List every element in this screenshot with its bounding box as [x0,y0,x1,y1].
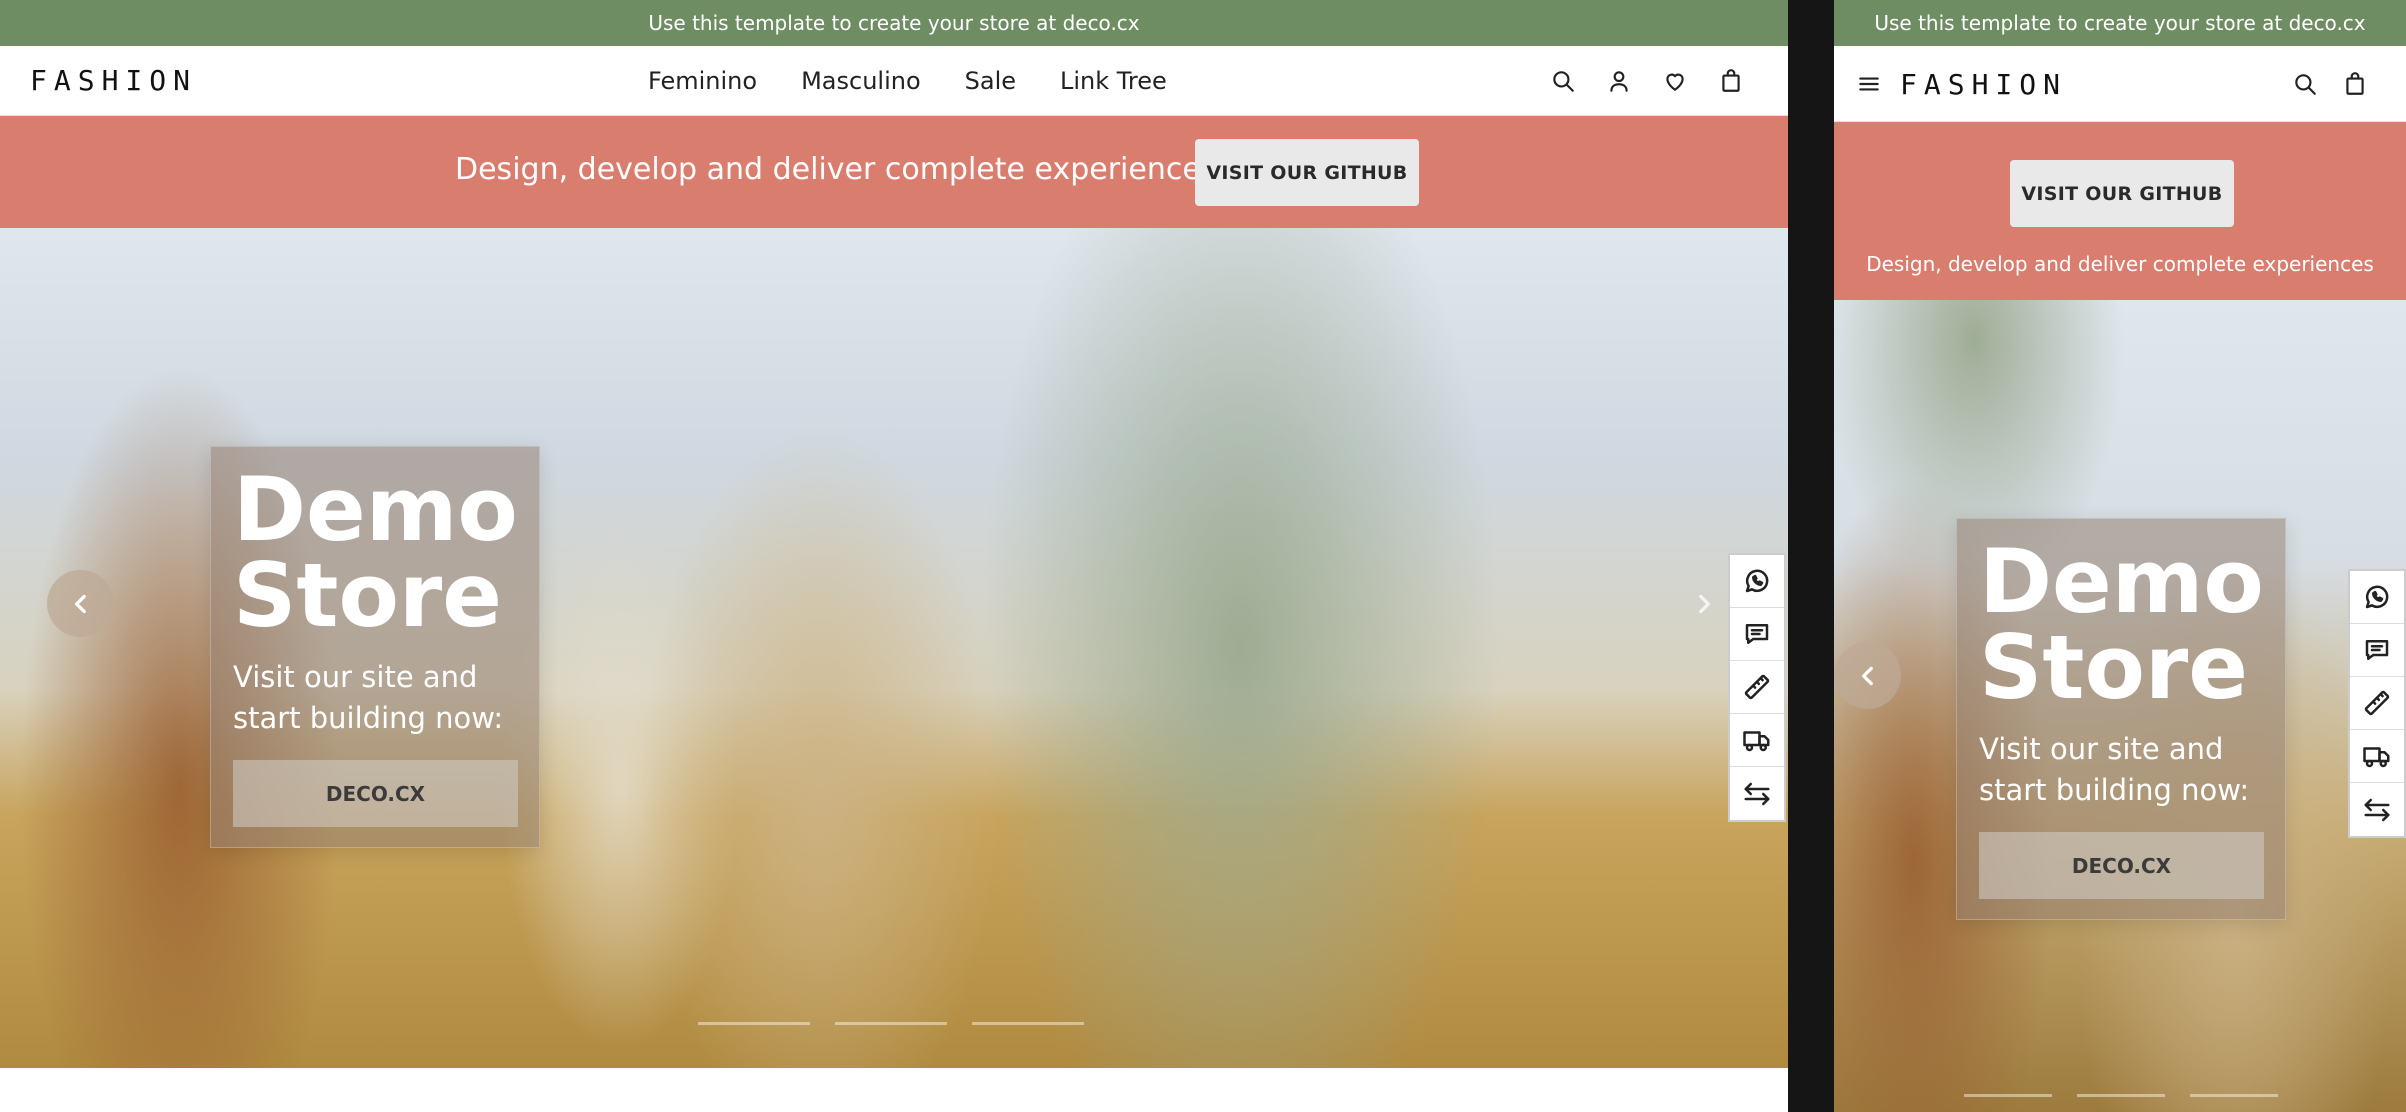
bag-icon[interactable] [1713,63,1749,99]
desktop-view: Use this template to create your store a… [0,0,1788,1112]
carousel-dots [1964,1094,2278,1097]
hero-title: Demo Store [1979,530,2264,720]
chevron-right-icon [1698,594,1710,613]
visit-github-button[interactable]: VISIT OUR GITHUB [2010,160,2234,227]
carousel-next-button[interactable] [1670,570,1737,637]
hero-carousel: Demo Store Visit our site and start buil… [1834,300,2406,1112]
hero-card: Demo Store Visit our site and start buil… [1956,518,2286,920]
nav-item-masculino[interactable]: Masculino [801,67,921,95]
main-nav: Feminino Masculino Sale Link Tree [648,46,1167,116]
promo-text: Design, develop and deliver complete exp… [1866,252,2374,276]
truck-icon[interactable] [2350,730,2404,783]
ruler-icon[interactable] [1730,661,1784,714]
hero-carousel: Demo Store Visit our site and start buil… [0,228,1788,1068]
bag-icon[interactable] [2337,66,2373,102]
floating-action-bar [1728,553,1786,822]
carousel-dot-2[interactable] [2077,1094,2165,1097]
carousel-dots [698,1022,1084,1025]
nav-item-sale[interactable]: Sale [965,67,1016,95]
announcement-text: Use this template to create your store a… [648,11,1140,35]
hero-subtitle: Visit our site and start building now: [233,660,504,735]
view-divider [1788,0,1834,1112]
chat-icon[interactable] [1730,608,1784,661]
header-actions [2287,46,2373,122]
carousel-prev-button[interactable] [1834,642,1901,709]
deco-cx-button[interactable]: DECO.CX [1979,832,2264,899]
carousel-dot-1[interactable] [1964,1094,2052,1097]
header-actions [1545,46,1749,116]
deco-cx-button[interactable]: DECO.CX [233,760,518,827]
promo-text: Design, develop and deliver complete exp… [455,152,1217,187]
hero-title-line2: Store [233,544,502,648]
hero-title-line1: Demo [233,458,518,561]
carousel-dot-3[interactable] [972,1022,1084,1025]
search-icon[interactable] [1545,63,1581,99]
whatsapp-icon[interactable] [1730,555,1784,608]
nav-item-link-tree[interactable]: Link Tree [1060,67,1167,95]
ruler-icon[interactable] [2350,677,2404,730]
chevron-left-icon [74,594,86,613]
whatsapp-icon[interactable] [2350,571,2404,624]
truck-icon[interactable] [1730,714,1784,767]
chevron-left-icon [1861,666,1873,685]
promo-banner: Design, develop and deliver complete exp… [0,116,1788,228]
site-header: FASHION Feminino Masculino Sale Link Tre… [0,46,1788,116]
announcement-text: Use this template to create your store a… [1874,11,2366,35]
mobile-view: Use this template to create your store a… [1834,0,2406,1112]
chat-icon[interactable] [2350,624,2404,677]
nav-item-feminino[interactable]: Feminino [648,67,757,95]
visit-github-button[interactable]: VISIT OUR GITHUB [1195,139,1419,206]
site-header: FASHION [1834,46,2406,122]
carousel-prev-button[interactable] [47,570,114,637]
hero-title: Demo Store [233,458,518,648]
announcement-bar: Use this template to create your store a… [1834,0,2406,46]
hero-subtitle: Visit our site and start building now: [1979,732,2250,807]
carousel-dot-2[interactable] [835,1022,947,1025]
menu-icon[interactable] [1851,66,1887,102]
hero-title-line1: Demo [1979,530,2264,633]
carousel-dot-1[interactable] [698,1022,810,1025]
hero-title-line2: Store [1979,616,2248,720]
search-icon[interactable] [2287,66,2323,102]
carousel-dot-3[interactable] [2190,1094,2278,1097]
logo[interactable]: FASHION [1900,68,2067,101]
announcement-bar: Use this template to create your store a… [0,0,1788,46]
hero-card: Demo Store Visit our site and start buil… [210,446,540,848]
promo-banner: VISIT OUR GITHUB Design, develop and del… [1834,122,2406,300]
logo[interactable]: FASHION [30,64,197,97]
heart-icon[interactable] [1657,63,1693,99]
exchange-icon[interactable] [1730,767,1784,820]
floating-action-bar [2348,569,2406,838]
user-icon[interactable] [1601,63,1637,99]
exchange-icon[interactable] [2350,783,2404,836]
